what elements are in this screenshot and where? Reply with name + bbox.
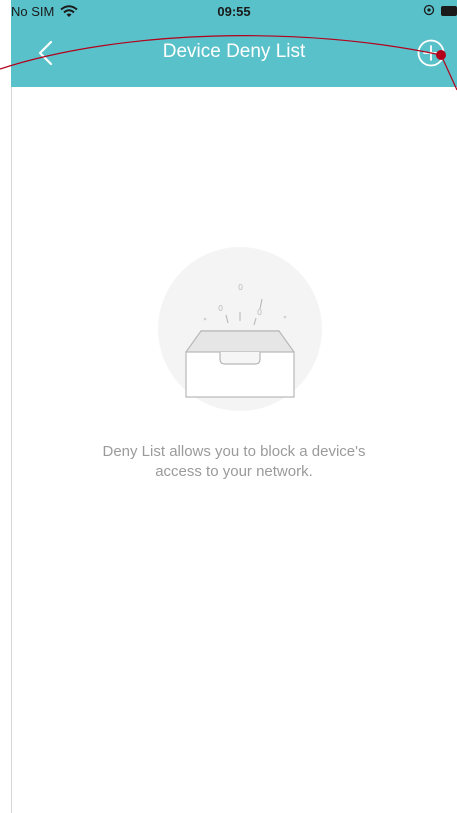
page-title: Device Deny List bbox=[162, 41, 306, 62]
empty-state: 0 0 0 Deny List allows you to block a de… bbox=[11, 87, 457, 813]
empty-message-line-1: Deny List allows you to block a device's bbox=[102, 443, 366, 460]
svg-text:0: 0 bbox=[238, 283, 243, 292]
empty-tray-icon: 0 0 0 bbox=[158, 247, 322, 411]
battery-icon bbox=[441, 4, 457, 19]
orientation-lock-icon bbox=[423, 4, 435, 19]
app-header: No SIM 09:55 Device Deny List bbox=[11, 0, 457, 87]
plus-circle-icon bbox=[417, 39, 445, 67]
clock: 09:55 bbox=[217, 4, 251, 19]
status-bar: No SIM 09:55 bbox=[11, 0, 457, 22]
screen: No SIM 09:55 Device Deny List 0 0 0 Deny… bbox=[0, 0, 457, 813]
nav-bar: Device Deny List bbox=[11, 30, 457, 76]
empty-message: Deny List allows you to block a device's… bbox=[51, 442, 417, 482]
empty-message-line-2: access to your network. bbox=[155, 463, 313, 480]
add-device-button[interactable] bbox=[415, 37, 447, 69]
status-icons bbox=[423, 4, 457, 19]
svg-text:0: 0 bbox=[257, 308, 262, 317]
svg-text:0: 0 bbox=[218, 304, 223, 313]
